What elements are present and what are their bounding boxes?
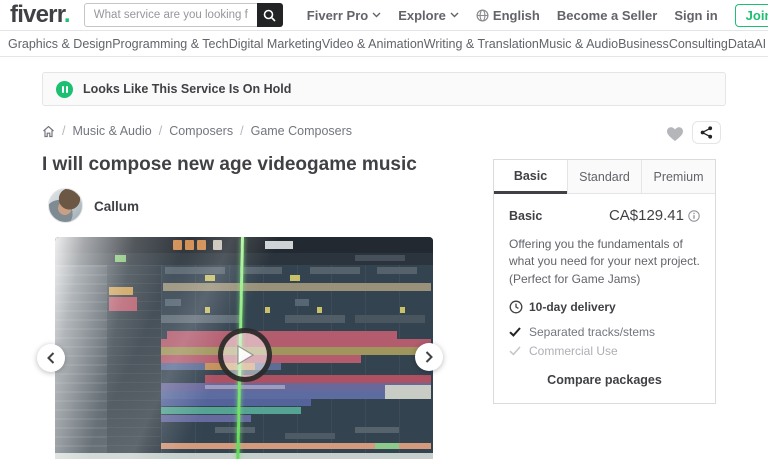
nav-item-music-audio[interactable]: Music & Audio xyxy=(539,37,618,51)
video-thumbnail[interactable] xyxy=(55,237,433,459)
nav-item-programming-tech[interactable]: Programming & Tech xyxy=(112,37,229,51)
explore-label: Explore xyxy=(398,7,446,23)
feature-separated-tracks: Separated tracks/stems xyxy=(509,325,700,339)
search-button[interactable] xyxy=(256,3,283,27)
nav-item-consulting[interactable]: Consulting xyxy=(669,37,728,51)
play-button[interactable] xyxy=(218,328,272,382)
search-form xyxy=(83,3,283,27)
fiverr-pro-label: Fiverr Pro xyxy=(306,7,369,23)
breadcrumb-separator: / xyxy=(62,124,66,138)
package-card-body: Basic CA$129.41 Offering you the fundame… xyxy=(494,194,715,403)
join-button[interactable]: Join xyxy=(734,3,768,27)
seller-name[interactable]: Callum xyxy=(94,199,139,214)
package-card: Basic Standard Premium Basic CA$129.41 O… xyxy=(493,159,716,405)
breadcrumb-game-composers[interactable]: Game Composers xyxy=(251,124,352,138)
become-seller-label: Become a Seller xyxy=(556,7,658,23)
gallery-next-button[interactable] xyxy=(415,343,443,371)
play-icon xyxy=(235,344,255,366)
package-price: CA$129.41 xyxy=(609,207,700,224)
tab-basic[interactable]: Basic xyxy=(494,160,567,194)
price-value: CA$129.41 xyxy=(608,207,684,224)
search-icon xyxy=(263,9,276,22)
gallery-prev-button[interactable] xyxy=(37,344,65,372)
sign-in-label: Sign in xyxy=(674,7,718,23)
gig-title: I will compose new age videogame music xyxy=(42,154,417,175)
tab-standard[interactable]: Standard xyxy=(567,160,641,194)
menu-sign-in[interactable]: Sign in xyxy=(674,8,717,23)
check-icon-disabled xyxy=(509,346,521,356)
nav-item-digital-marketing[interactable]: Digital Marketing xyxy=(229,37,322,51)
chevron-left-icon xyxy=(47,352,55,364)
menu-language[interactable]: English xyxy=(476,8,540,23)
feature-list: Separated tracks/stems Commercial Use xyxy=(509,325,700,358)
breadcrumb-separator: / xyxy=(240,124,244,138)
menu-become-seller[interactable]: Become a Seller xyxy=(557,8,657,23)
header-menu: Fiverr Pro Explore English Become a Sell… xyxy=(307,3,768,27)
clock-icon xyxy=(509,300,523,314)
gig-gallery xyxy=(37,237,443,459)
menu-fiverr-pro[interactable]: Fiverr Pro xyxy=(307,8,381,23)
breadcrumb-separator: / xyxy=(158,124,163,138)
tab-premium[interactable]: Premium xyxy=(641,160,715,194)
share-icon xyxy=(700,126,713,139)
breadcrumb: / Music & Audio / Composers / Game Compo… xyxy=(42,124,352,138)
fiverr-logo[interactable]: fiverr. xyxy=(10,1,71,28)
hold-banner-text: Looks Like This Service Is On Hold xyxy=(83,82,292,96)
breadcrumb-music-audio[interactable]: Music & Audio xyxy=(72,124,151,138)
chevron-right-icon xyxy=(425,351,433,363)
language-label: English xyxy=(492,7,540,23)
logo-text: fiverr xyxy=(10,1,65,28)
feature-label: Separated tracks/stems xyxy=(529,325,656,340)
nav-item-graphics-design[interactable]: Graphics & Design xyxy=(8,37,112,51)
nav-item-business[interactable]: Business xyxy=(618,37,669,51)
home-icon[interactable] xyxy=(42,125,55,138)
nav-item-data[interactable]: Data xyxy=(728,37,754,51)
share-button[interactable] xyxy=(692,121,721,144)
service-on-hold-banner: Looks Like This Service Is On Hold xyxy=(42,72,726,106)
search-input[interactable] xyxy=(83,3,257,27)
category-nav: Graphics & Design Programming & Tech Dig… xyxy=(0,30,768,57)
price-row: Basic CA$129.41 xyxy=(509,207,700,224)
breadcrumb-composers[interactable]: Composers xyxy=(169,124,233,138)
globe-icon xyxy=(476,8,489,22)
feature-label: Commercial Use xyxy=(529,344,618,359)
chevron-down-icon xyxy=(372,12,381,18)
nav-item-writing-translation[interactable]: Writing & Translation xyxy=(424,37,539,51)
package-description: Offering you the fundamentals of what yo… xyxy=(509,237,700,286)
nav-item-video-animation[interactable]: Video & Animation xyxy=(322,37,424,51)
delivery-label: 10-day delivery xyxy=(529,300,616,315)
check-icon xyxy=(509,327,521,338)
pause-icon xyxy=(56,80,73,98)
package-tabs: Basic Standard Premium xyxy=(494,160,715,194)
package-name: Basic xyxy=(509,208,543,223)
nav-item-ai-services[interactable]: AI Services xyxy=(754,37,768,51)
header: fiverr. Fiverr Pro Explore English xyxy=(0,0,768,30)
delivery-row: 10-day delivery xyxy=(509,300,700,314)
menu-explore[interactable]: Explore xyxy=(398,8,459,23)
chevron-down-icon xyxy=(450,12,459,18)
compare-packages-link[interactable]: Compare packages xyxy=(547,373,662,387)
info-icon[interactable] xyxy=(688,209,700,222)
logo-dot: . xyxy=(63,1,71,28)
seller-avatar[interactable] xyxy=(48,188,83,223)
fiverr-gig-page: fiverr. Fiverr Pro Explore English xyxy=(0,0,768,459)
favorite-heart-icon[interactable] xyxy=(666,126,684,142)
feature-commercial-use: Commercial Use xyxy=(509,344,700,358)
